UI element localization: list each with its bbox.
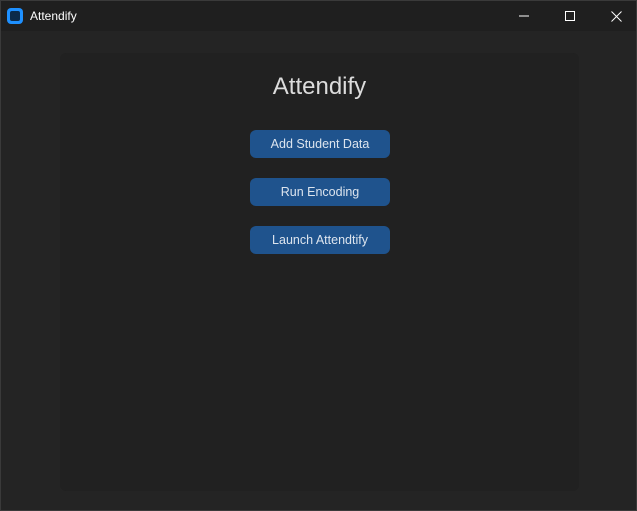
maximize-button[interactable]	[547, 1, 593, 31]
launch-attendify-button[interactable]: Launch Attendtify	[250, 226, 390, 254]
close-icon	[610, 10, 622, 22]
close-button[interactable]	[593, 1, 637, 31]
run-encoding-button[interactable]: Run Encoding	[250, 178, 390, 206]
page-title: Attendify	[272, 73, 367, 100]
main-frame: Attendify Add Student Data Run Encoding …	[60, 53, 579, 491]
minimize-button[interactable]	[501, 1, 547, 31]
minimize-icon	[519, 15, 529, 17]
add-student-data-button[interactable]: Add Student Data	[250, 130, 390, 158]
app-window: Attendify Attendify Add Student Data Run…	[0, 0, 637, 511]
maximize-icon	[565, 11, 575, 21]
window-title: Attendify	[30, 9, 77, 23]
app-icon	[7, 8, 23, 24]
title-bar[interactable]: Attendify	[1, 1, 636, 31]
